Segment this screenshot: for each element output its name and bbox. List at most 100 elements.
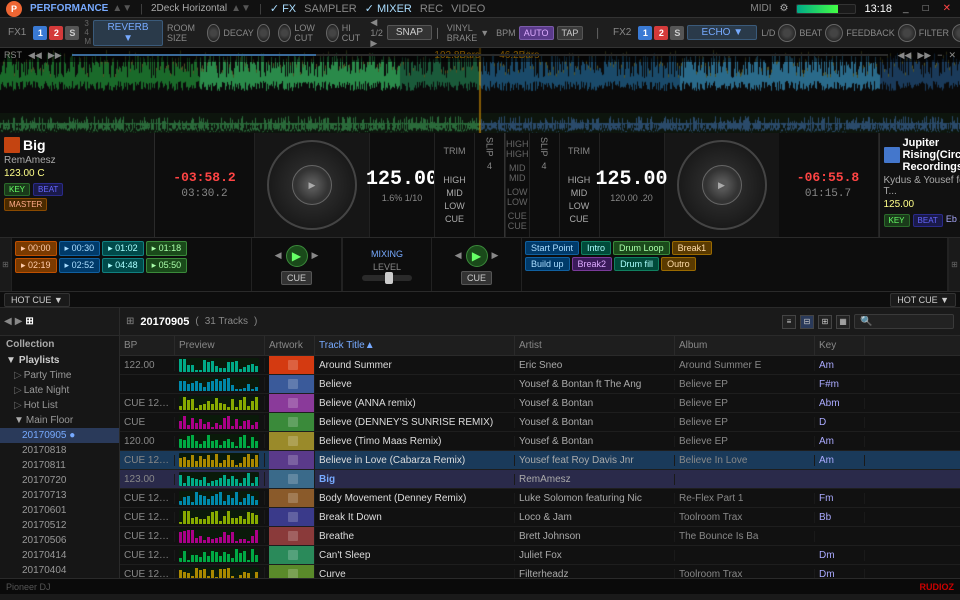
track-row[interactable]: CUE Believe (DENNEY'S SUNRISE REMIX) You…: [120, 413, 960, 432]
level-btn[interactable]: LEVEL: [373, 262, 401, 272]
deck2-prev-btn[interactable]: ◀: [455, 250, 462, 261]
col-header-artwork[interactable]: Artwork: [265, 336, 315, 355]
fx2-filter-knob[interactable]: [952, 24, 960, 42]
maximize-btn[interactable]: □: [920, 3, 932, 14]
fx1-nums[interactable]: S: [65, 26, 79, 40]
deck2-cue-btn[interactable]: CUE: [461, 271, 492, 285]
col-header-preview[interactable]: Preview: [175, 336, 265, 355]
rcue-drum-loop[interactable]: Drum Loop: [613, 241, 670, 255]
rcue-outro[interactable]: Outro: [661, 257, 696, 271]
deck2-key-sync-btn[interactable]: KEY: [884, 214, 910, 227]
grid-view-btn[interactable]: ⊞: [818, 315, 832, 329]
track-list[interactable]: 122.00 Around Summer Eric Sneo Around Su…: [120, 356, 960, 578]
sidebar-item-20170720[interactable]: 20170720: [0, 473, 119, 488]
rcue-start[interactable]: Start Point: [525, 241, 579, 255]
deck2-play-btn[interactable]: ▶: [466, 245, 488, 267]
track-row[interactable]: 123.00 Big RemAmesz: [120, 470, 960, 489]
fx1-room-size-knob[interactable]: [207, 24, 221, 42]
detail-view-btn[interactable]: ⊟: [800, 315, 814, 329]
rcue-intro[interactable]: Intro: [581, 241, 611, 255]
cue-point-0550[interactable]: ▸ 05:50: [146, 258, 188, 273]
video-toggle[interactable]: VIDEO: [451, 3, 485, 15]
waveform-zoom-out-icon[interactable]: −: [937, 50, 942, 60]
sampler-toggle[interactable]: SAMPLER: [304, 3, 357, 15]
cue-point-0118[interactable]: ▸ 01:18: [146, 241, 188, 256]
covers-view-btn[interactable]: ▦: [836, 315, 850, 329]
track-row[interactable]: CUE 125.00 Break It Down Loco & Jam Tool…: [120, 508, 960, 527]
fx2-beat-knob[interactable]: [825, 24, 843, 42]
cue-point-0219[interactable]: ▸ 02:19: [15, 258, 57, 273]
track-row[interactable]: CUE 123.00 Believe in Love (Cabarza Remi…: [120, 451, 960, 470]
fx2-feedback-knob[interactable]: [898, 24, 916, 42]
fx1-snap-btn[interactable]: SNAP: [387, 25, 432, 40]
sidebar-item-party-time[interactable]: ▷Party Time: [0, 368, 119, 383]
deck1-play-btn[interactable]: ▶: [286, 245, 308, 267]
col-header-key[interactable]: Key: [815, 336, 865, 355]
sidebar-item-main-floor[interactable]: ▼Main Floor: [0, 413, 119, 428]
fx2-num2[interactable]: 2: [654, 26, 668, 40]
sidebar-item-hot-list[interactable]: ▷Hot List: [0, 398, 119, 413]
track-row[interactable]: CUE 127.00 Breathe Brett Johnson The Bou…: [120, 527, 960, 546]
col-header-bp[interactable]: BP: [120, 336, 175, 355]
cue-point-0030[interactable]: ▸ 00:30: [59, 241, 101, 256]
fx1-decay-knob[interactable]: [257, 24, 271, 42]
fx2-ld-knob[interactable]: [778, 24, 796, 42]
deck1-cue-btn[interactable]: CUE: [281, 271, 312, 285]
fx1-name[interactable]: REVERB ▼: [93, 20, 163, 46]
sidebar-item-20170414[interactable]: 20170414: [0, 548, 119, 563]
sidebar-item-late-night[interactable]: ▷Late Night: [0, 383, 119, 398]
sidebar-item-20170713[interactable]: 20170713: [0, 488, 119, 503]
cue-point-0252[interactable]: ▸ 02:52: [59, 258, 101, 273]
sidebar-back-icon[interactable]: ◀: [4, 316, 12, 327]
sidebar-item-20170818[interactable]: 20170818: [0, 443, 119, 458]
hot-cue-left-btn[interactable]: HOT CUE ▼: [4, 293, 70, 307]
sidebar-item-20170506[interactable]: 20170506: [0, 533, 119, 548]
fx2-nums[interactable]: S: [670, 26, 684, 40]
fx1-lowcut-knob[interactable]: [278, 24, 291, 42]
track-row[interactable]: 120.00 Believe (Timo Maas Remix) Yousef …: [120, 432, 960, 451]
sidebar-forward-icon[interactable]: ▶: [15, 316, 23, 327]
deck1-prev-btn[interactable]: ◀: [275, 250, 282, 261]
track-row[interactable]: 122.00 Around Summer Eric Sneo Around Su…: [120, 356, 960, 375]
close-btn[interactable]: ✕: [940, 3, 954, 14]
crossfader-handle[interactable]: [385, 272, 393, 284]
fx2-name[interactable]: ECHO ▼: [687, 25, 757, 40]
track-row[interactable]: CUE 123.00 Believe (ANNA remix) Yousef &…: [120, 394, 960, 413]
deck1-platter[interactable]: ▶: [267, 140, 357, 230]
rec-toggle[interactable]: REC: [420, 3, 443, 15]
sidebar-item-20170811[interactable]: 20170811: [0, 458, 119, 473]
fx-toggle[interactable]: ✓ FX: [270, 2, 296, 15]
sidebar-item-20170601[interactable]: 20170601: [0, 503, 119, 518]
sidebar-item-20170905[interactable]: 20170905 ●: [0, 428, 119, 443]
col-header-title[interactable]: Track Title ▲: [315, 336, 515, 355]
cue-point-0102[interactable]: ▸ 01:02: [102, 241, 144, 256]
cue-point-0000[interactable]: ▸ 00:00: [15, 241, 57, 256]
fx1-hicut-knob[interactable]: [326, 24, 339, 42]
sidebar-item-20170512[interactable]: 20170512: [0, 518, 119, 533]
track-row[interactable]: CUE 126.00 Can't Sleep Juliet Fox Dm: [120, 546, 960, 565]
settings-icon[interactable]: ⚙: [780, 3, 789, 14]
layout-label[interactable]: 2Deck Horizontal: [151, 3, 227, 14]
rcue-break1[interactable]: Break1: [672, 241, 713, 255]
rcue-drum-fill[interactable]: Drum fill: [614, 257, 659, 271]
track-row[interactable]: CUE 125.00 Body Movement (Denney Remix) …: [120, 489, 960, 508]
deck2-next-btn[interactable]: ▶: [492, 250, 499, 261]
track-row[interactable]: CUE 126.00 Curve Filterheadz Toolroom Tr…: [120, 565, 960, 578]
rcue-break2[interactable]: Break2: [572, 257, 613, 271]
mixer-toggle[interactable]: ✓ MIXER: [365, 2, 412, 15]
fx1-tap-btn[interactable]: TAP: [557, 26, 584, 40]
rcue-buildup[interactable]: Build up: [525, 257, 570, 271]
hot-cue-right-btn[interactable]: HOT CUE ▼: [890, 293, 956, 307]
waveform-rst-btn[interactable]: RST: [4, 50, 22, 60]
col-header-artist[interactable]: Artist: [515, 336, 675, 355]
playlists-header[interactable]: ▼ Playlists: [0, 353, 119, 368]
deck2-platter[interactable]: ▶: [677, 140, 767, 230]
fx1-num1[interactable]: 1: [33, 26, 47, 40]
deck1-master-btn[interactable]: MASTER: [4, 198, 47, 211]
search-input[interactable]: [854, 314, 954, 329]
list-view-btn[interactable]: ≡: [782, 315, 796, 329]
cue-point-0448[interactable]: ▸ 04:48: [102, 258, 144, 273]
fx2-num1[interactable]: 1: [638, 26, 652, 40]
fx1-auto-btn[interactable]: AUTO: [519, 26, 554, 40]
deck2-beat-sync-btn[interactable]: BEAT: [913, 214, 943, 227]
